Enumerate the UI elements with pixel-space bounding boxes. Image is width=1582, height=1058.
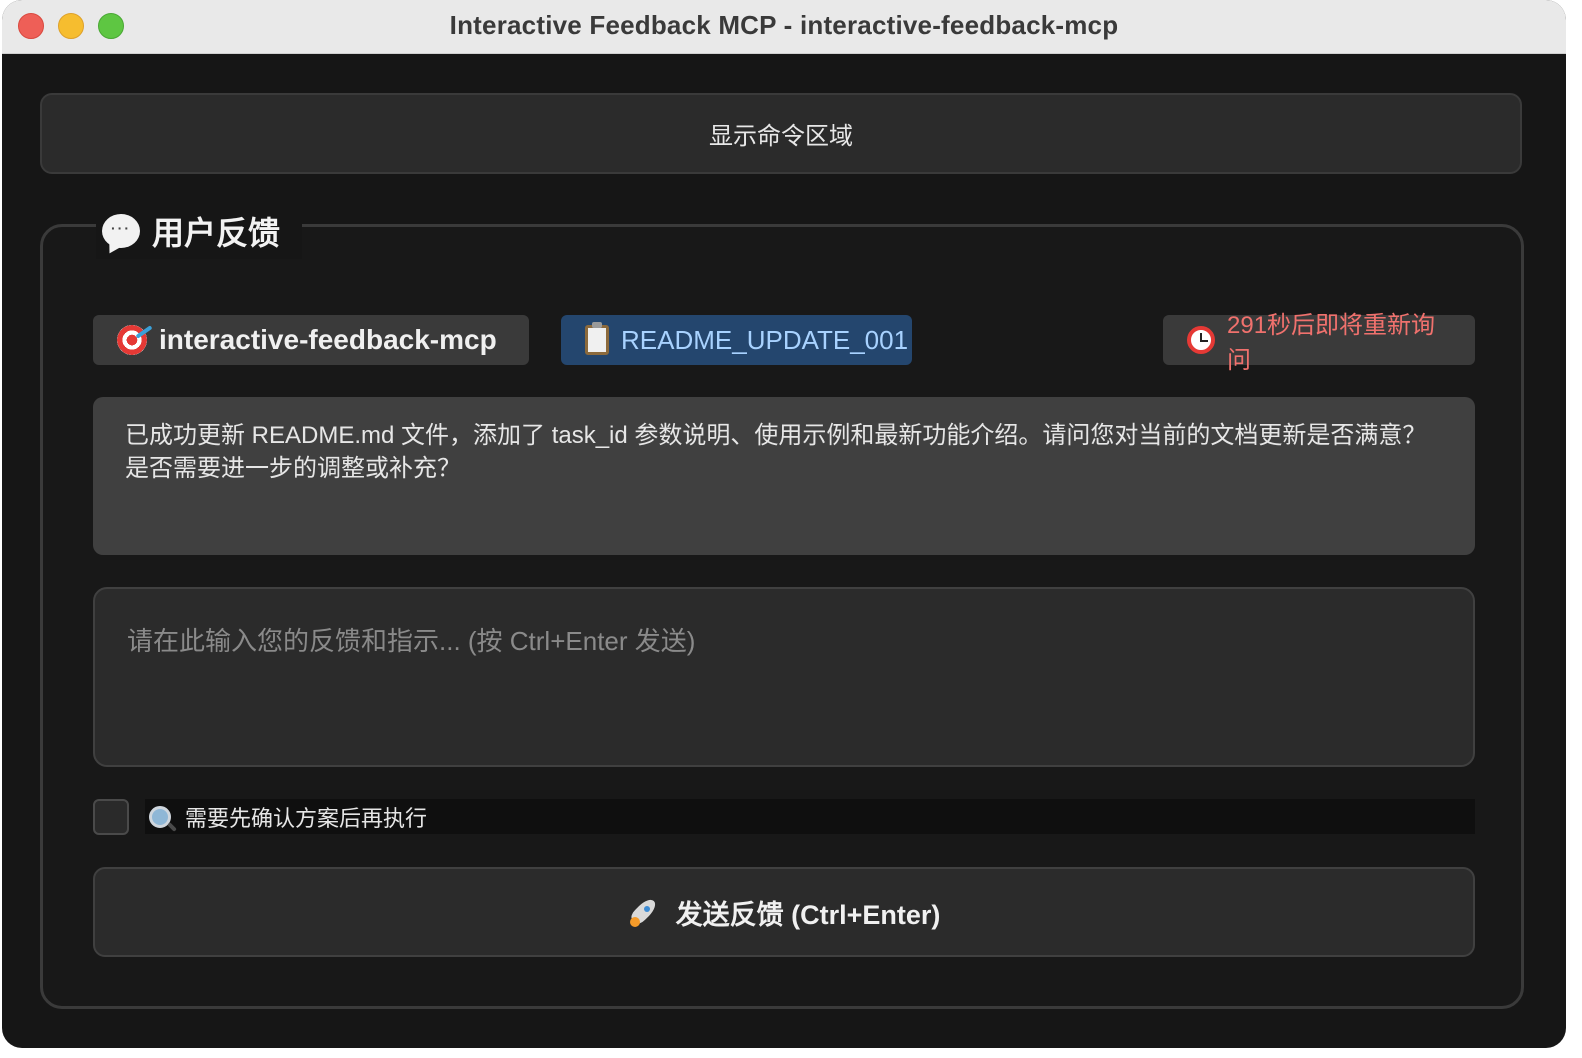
feedback-input[interactable] bbox=[93, 587, 1475, 767]
timer-chip: 291秒后即将重新询问 bbox=[1163, 312, 1475, 374]
alarm-clock-icon bbox=[1187, 326, 1215, 354]
target-icon bbox=[117, 325, 147, 355]
show-command-area-button[interactable]: 显示命令区域 bbox=[40, 93, 1522, 174]
project-chip-label: interactive-feedback-mcp bbox=[159, 324, 497, 355]
feedback-group-title: ··· 用户反馈 bbox=[96, 203, 303, 259]
clipboard-icon bbox=[585, 322, 609, 355]
project-chip: interactive-feedback-mcp bbox=[93, 315, 529, 365]
send-feedback-label: 发送反馈 (Ctrl+Enter) bbox=[675, 899, 941, 930]
window-title: Interactive Feedback MCP - interactive-f… bbox=[449, 10, 1119, 40]
send-feedback-button[interactable]: 发送反馈 (Ctrl+Enter) bbox=[93, 867, 1475, 957]
speech-bubble-icon: ··· bbox=[102, 214, 140, 248]
timer-chip-label: 291秒后即将重新询问 bbox=[1227, 312, 1436, 374]
confirm-plan-label: 需要先确认方案后再执行 bbox=[185, 805, 428, 831]
task-id-chip-label: README_UPDATE_001 bbox=[621, 324, 909, 355]
confirm-plan-label-area[interactable]: 需要先确认方案后再执行 bbox=[145, 799, 1475, 834]
title-bar: Interactive Feedback MCP - interactive-f… bbox=[2, 0, 1566, 54]
ai-message: 已成功更新 README.md 文件，添加了 task_id 参数说明、使用示例… bbox=[93, 397, 1475, 555]
rocket-icon bbox=[628, 895, 662, 929]
show-command-area-label: 显示命令区域 bbox=[709, 123, 853, 150]
feedback-group-title-label: 用户反馈 bbox=[152, 215, 281, 251]
confirm-plan-row: 需要先确认方案后再执行 bbox=[93, 798, 1475, 835]
task-id-chip: README_UPDATE_001 bbox=[561, 315, 912, 365]
magnifier-icon bbox=[149, 805, 171, 828]
confirm-plan-checkbox[interactable] bbox=[93, 798, 129, 835]
